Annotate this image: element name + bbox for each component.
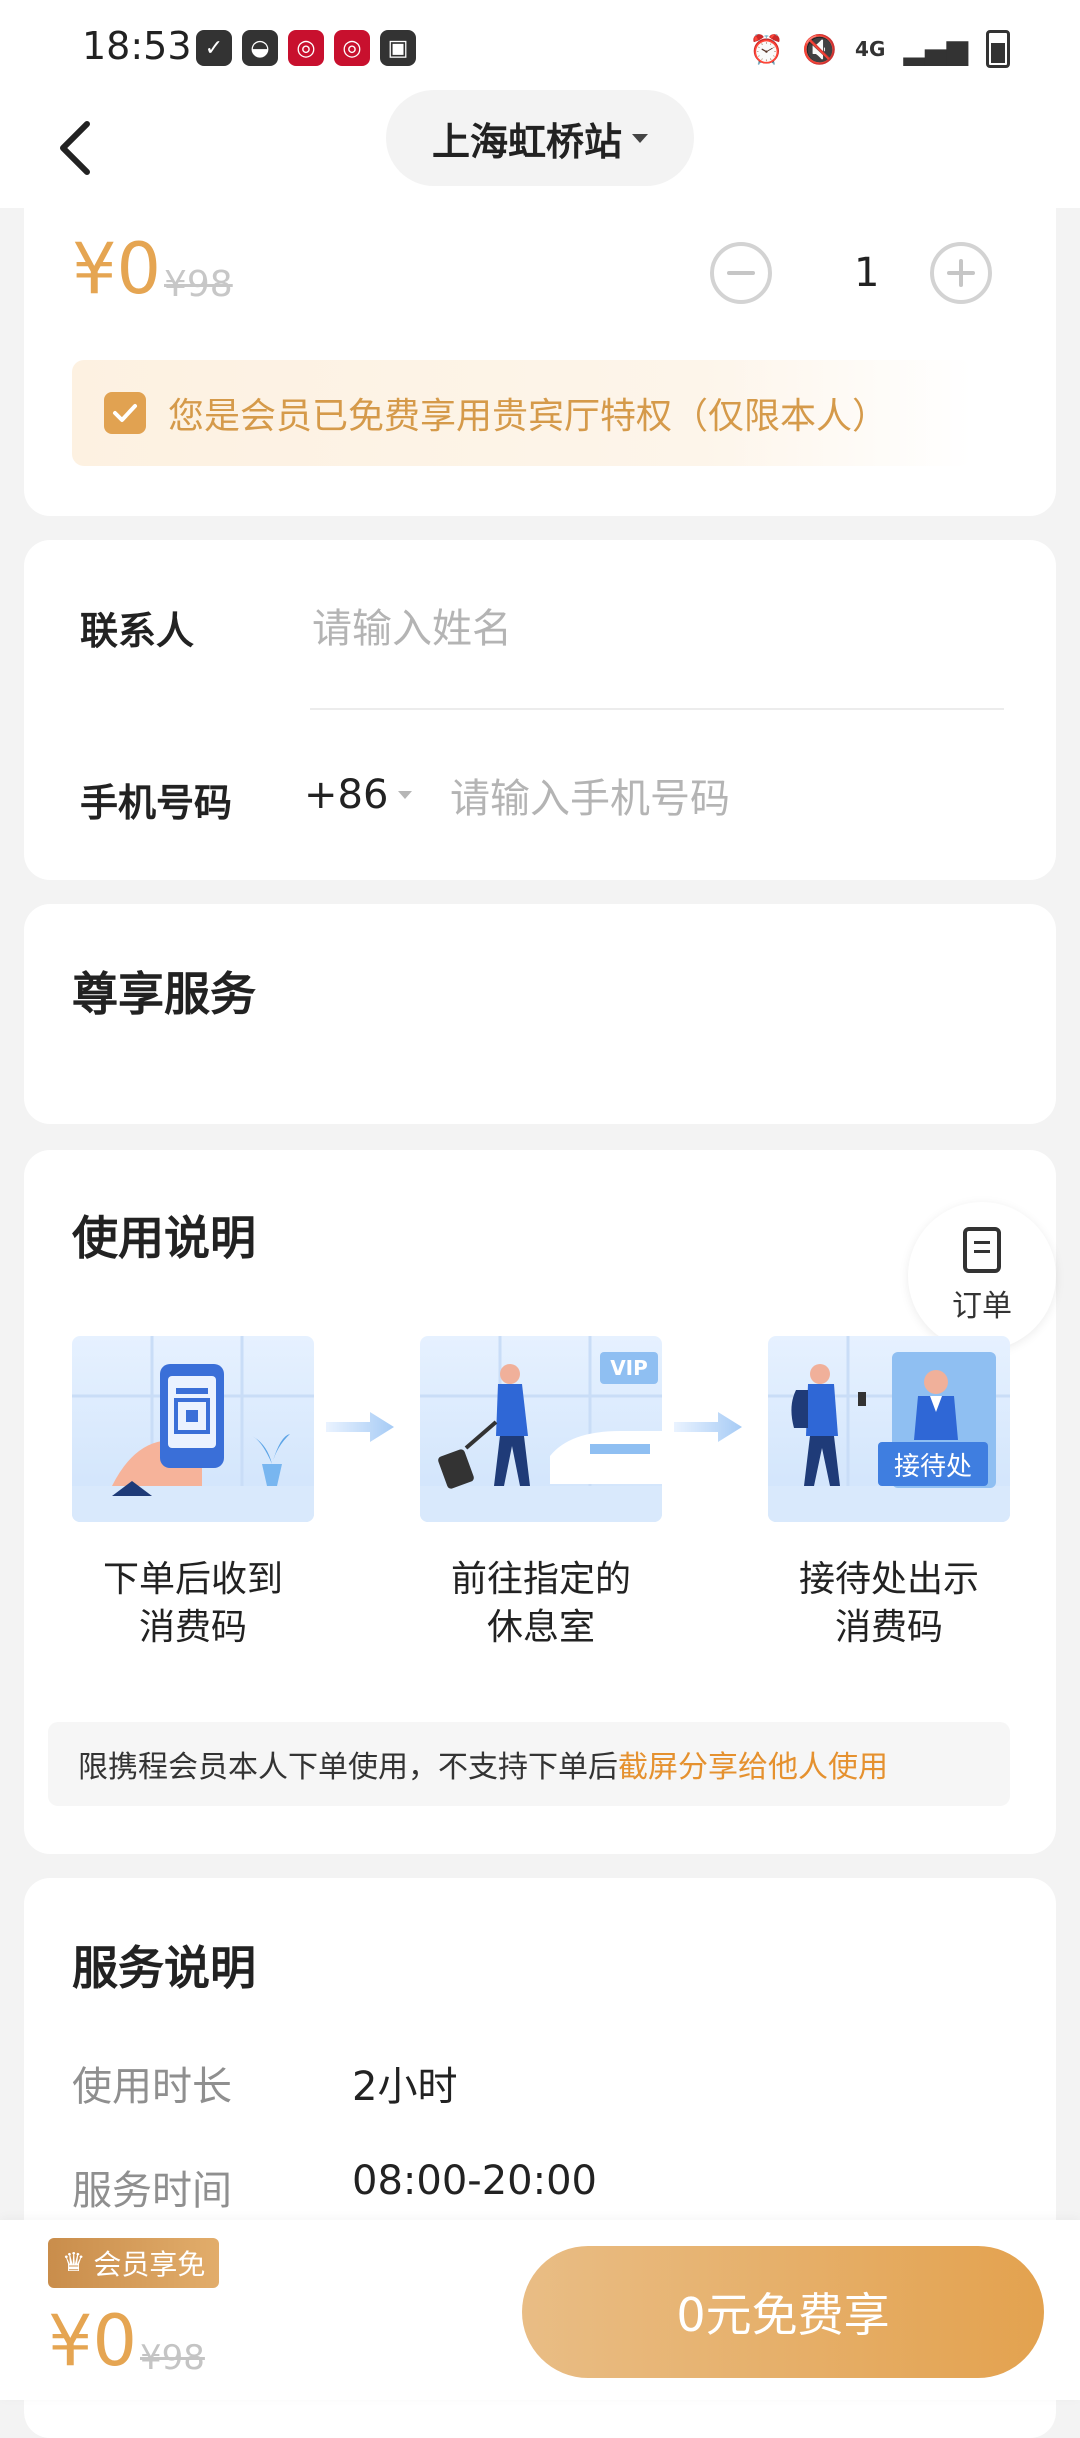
service-hours-label: 服务时间 xyxy=(72,2168,232,2214)
reception-illustration xyxy=(768,1336,1010,1522)
notification-bird-icon: ◒ xyxy=(242,30,278,66)
step-3-label: 接待处出示 消费码 xyxy=(768,1556,1010,1652)
reception-badge: 接待处 xyxy=(878,1442,988,1486)
bottom-price: ¥0 xyxy=(48,2300,138,2382)
back-button[interactable] xyxy=(40,108,110,188)
exclusive-service-card: 尊享服务 xyxy=(24,904,1056,1124)
free-enjoy-button[interactable]: 0元免费享 xyxy=(522,2246,1044,2378)
mute-icon: 🔇 xyxy=(802,32,838,66)
caret-down-icon xyxy=(632,133,648,143)
step-2-label: 前往指定的 休息室 xyxy=(420,1556,662,1652)
member-free-tag: ♛ 会员享免 xyxy=(48,2238,220,2288)
duration-label: 使用时长 xyxy=(72,2064,232,2110)
phone-qr-illustration xyxy=(72,1336,314,1522)
status-time: 18:53 xyxy=(82,24,192,68)
step-1-line1: 下单后收到 xyxy=(102,1559,283,1600)
member-checkbox[interactable] xyxy=(104,392,146,434)
country-code-value: +86 xyxy=(304,772,389,818)
minus-icon xyxy=(727,271,755,275)
phone-input[interactable] xyxy=(448,768,1012,830)
notice-highlight: 截屏分享给他人使用 xyxy=(618,1750,888,1785)
bottom-action-bar: ♛ 会员享免 ¥0 ¥98 0元免费享 xyxy=(0,2220,1080,2400)
order-floating-button[interactable]: 订单 xyxy=(908,1202,1056,1350)
order-document-icon xyxy=(963,1227,1001,1273)
step-arrow-1 xyxy=(326,1412,394,1442)
signal-icon: ▂▄▆ xyxy=(903,32,968,66)
increase-quantity-button[interactable] xyxy=(930,242,992,304)
gallery-icon: ▣ xyxy=(380,30,416,66)
vip-badge: VIP xyxy=(610,1356,648,1380)
price-card: ¥0 ¥98 1 您是会员已免费享用贵宾厅特权（仅限本人） xyxy=(24,200,1056,516)
plus-icon-vertical xyxy=(959,259,963,287)
station-name: 上海虹桥站 xyxy=(431,119,622,164)
notification-check-icon: ✓ xyxy=(196,30,232,66)
service-hours-value: 08:00-20:00 xyxy=(352,2158,597,2204)
bank-app-icon: ◎ xyxy=(288,30,324,66)
order-label: 订单 xyxy=(952,1289,1012,1324)
notification-icons: ✓ ◒ ◎ ◎ ▣ xyxy=(196,30,416,66)
chevron-left-icon xyxy=(60,121,90,175)
step-3-illustration: 接待处 xyxy=(768,1336,1010,1522)
step-arrow-2 xyxy=(674,1412,742,1442)
system-icons: ⏰ 🔇 4G ▂▄▆ xyxy=(749,30,1010,68)
station-selector[interactable]: 上海虹桥站 xyxy=(386,90,694,186)
navigation-bar: 上海虹桥站 xyxy=(0,90,1080,208)
contact-card: 联系人 手机号码 +86 xyxy=(24,540,1056,880)
bottom-original-price: ¥98 xyxy=(140,2338,205,2378)
member-tag-label: 会员享免 xyxy=(93,2248,206,2281)
member-privilege-banner: 您是会员已免费享用贵宾厅特权（仅限本人） xyxy=(72,360,972,466)
usage-notice: 限携程会员本人下单使用，不支持下单后截屏分享给他人使用 xyxy=(48,1722,1010,1806)
service-title: 尊享服务 xyxy=(72,967,256,1021)
step-2-illustration: VIP xyxy=(420,1336,662,1522)
quantity-value: 1 xyxy=(854,250,880,296)
field-divider xyxy=(310,708,1004,710)
caret-down-icon xyxy=(398,791,413,799)
original-price: ¥98 xyxy=(164,264,233,305)
step-2-line1: 前往指定的 xyxy=(450,1559,631,1600)
notice-main: 限携程会员本人下单使用，不支持下单后 xyxy=(78,1750,618,1785)
step-1-line2: 消费码 xyxy=(138,1607,247,1648)
name-label: 联系人 xyxy=(80,609,195,653)
member-notice-text: 您是会员已免费享用贵宾厅特权（仅限本人） xyxy=(168,396,889,437)
step-2-line2: 休息室 xyxy=(486,1607,595,1648)
bank-app-icon-2: ◎ xyxy=(334,30,370,66)
network-indicator: 4G xyxy=(855,37,886,61)
step-1-label: 下单后收到 消费码 xyxy=(72,1556,314,1652)
alarm-icon: ⏰ xyxy=(749,32,785,66)
step-1-illustration xyxy=(72,1336,314,1522)
service-desc-title: 服务说明 xyxy=(72,1941,256,1995)
battery-icon xyxy=(986,30,1010,68)
step-3-line2: 消费码 xyxy=(834,1607,943,1648)
decrease-quantity-button[interactable] xyxy=(710,242,772,304)
duration-value: 2小时 xyxy=(352,2064,458,2110)
notice-text: 限携程会员本人下单使用，不支持下单后截屏分享给他人使用 xyxy=(78,1742,888,1786)
check-icon xyxy=(113,404,137,422)
crown-icon: ♛ xyxy=(62,2248,86,2278)
status-bar: 18:53 ✓ ◒ ◎ ◎ ▣ ⏰ 🔇 4G ▂▄▆ xyxy=(0,0,1080,90)
step-3-line1: 接待处出示 xyxy=(798,1559,979,1600)
name-input[interactable] xyxy=(310,598,994,660)
phone-label: 手机号码 xyxy=(80,781,233,825)
country-code-selector[interactable]: +86 xyxy=(304,772,413,818)
price: ¥0 xyxy=(72,228,162,310)
usage-title: 使用说明 xyxy=(72,1211,256,1265)
